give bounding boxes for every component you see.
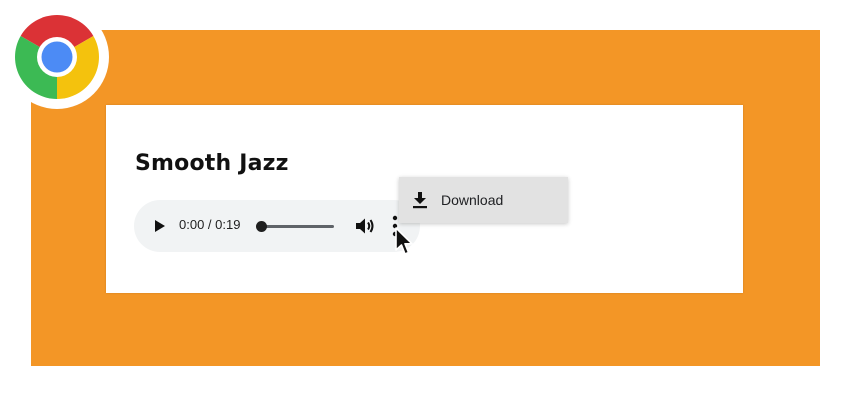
seek-thumb[interactable] xyxy=(256,221,267,232)
volume-icon xyxy=(356,218,374,234)
play-button[interactable] xyxy=(151,216,169,236)
volume-button[interactable] xyxy=(354,215,376,237)
chrome-logo xyxy=(5,5,109,109)
download-label: Download xyxy=(441,192,504,208)
seek-track xyxy=(260,225,334,228)
page-title: Smooth Jazz xyxy=(135,151,289,176)
download-menu-item[interactable]: Download xyxy=(399,177,568,223)
seek-slider[interactable] xyxy=(256,221,336,233)
play-icon xyxy=(155,220,165,232)
download-icon xyxy=(413,192,427,209)
time-display: 0:00 / 0:19 xyxy=(179,217,241,232)
